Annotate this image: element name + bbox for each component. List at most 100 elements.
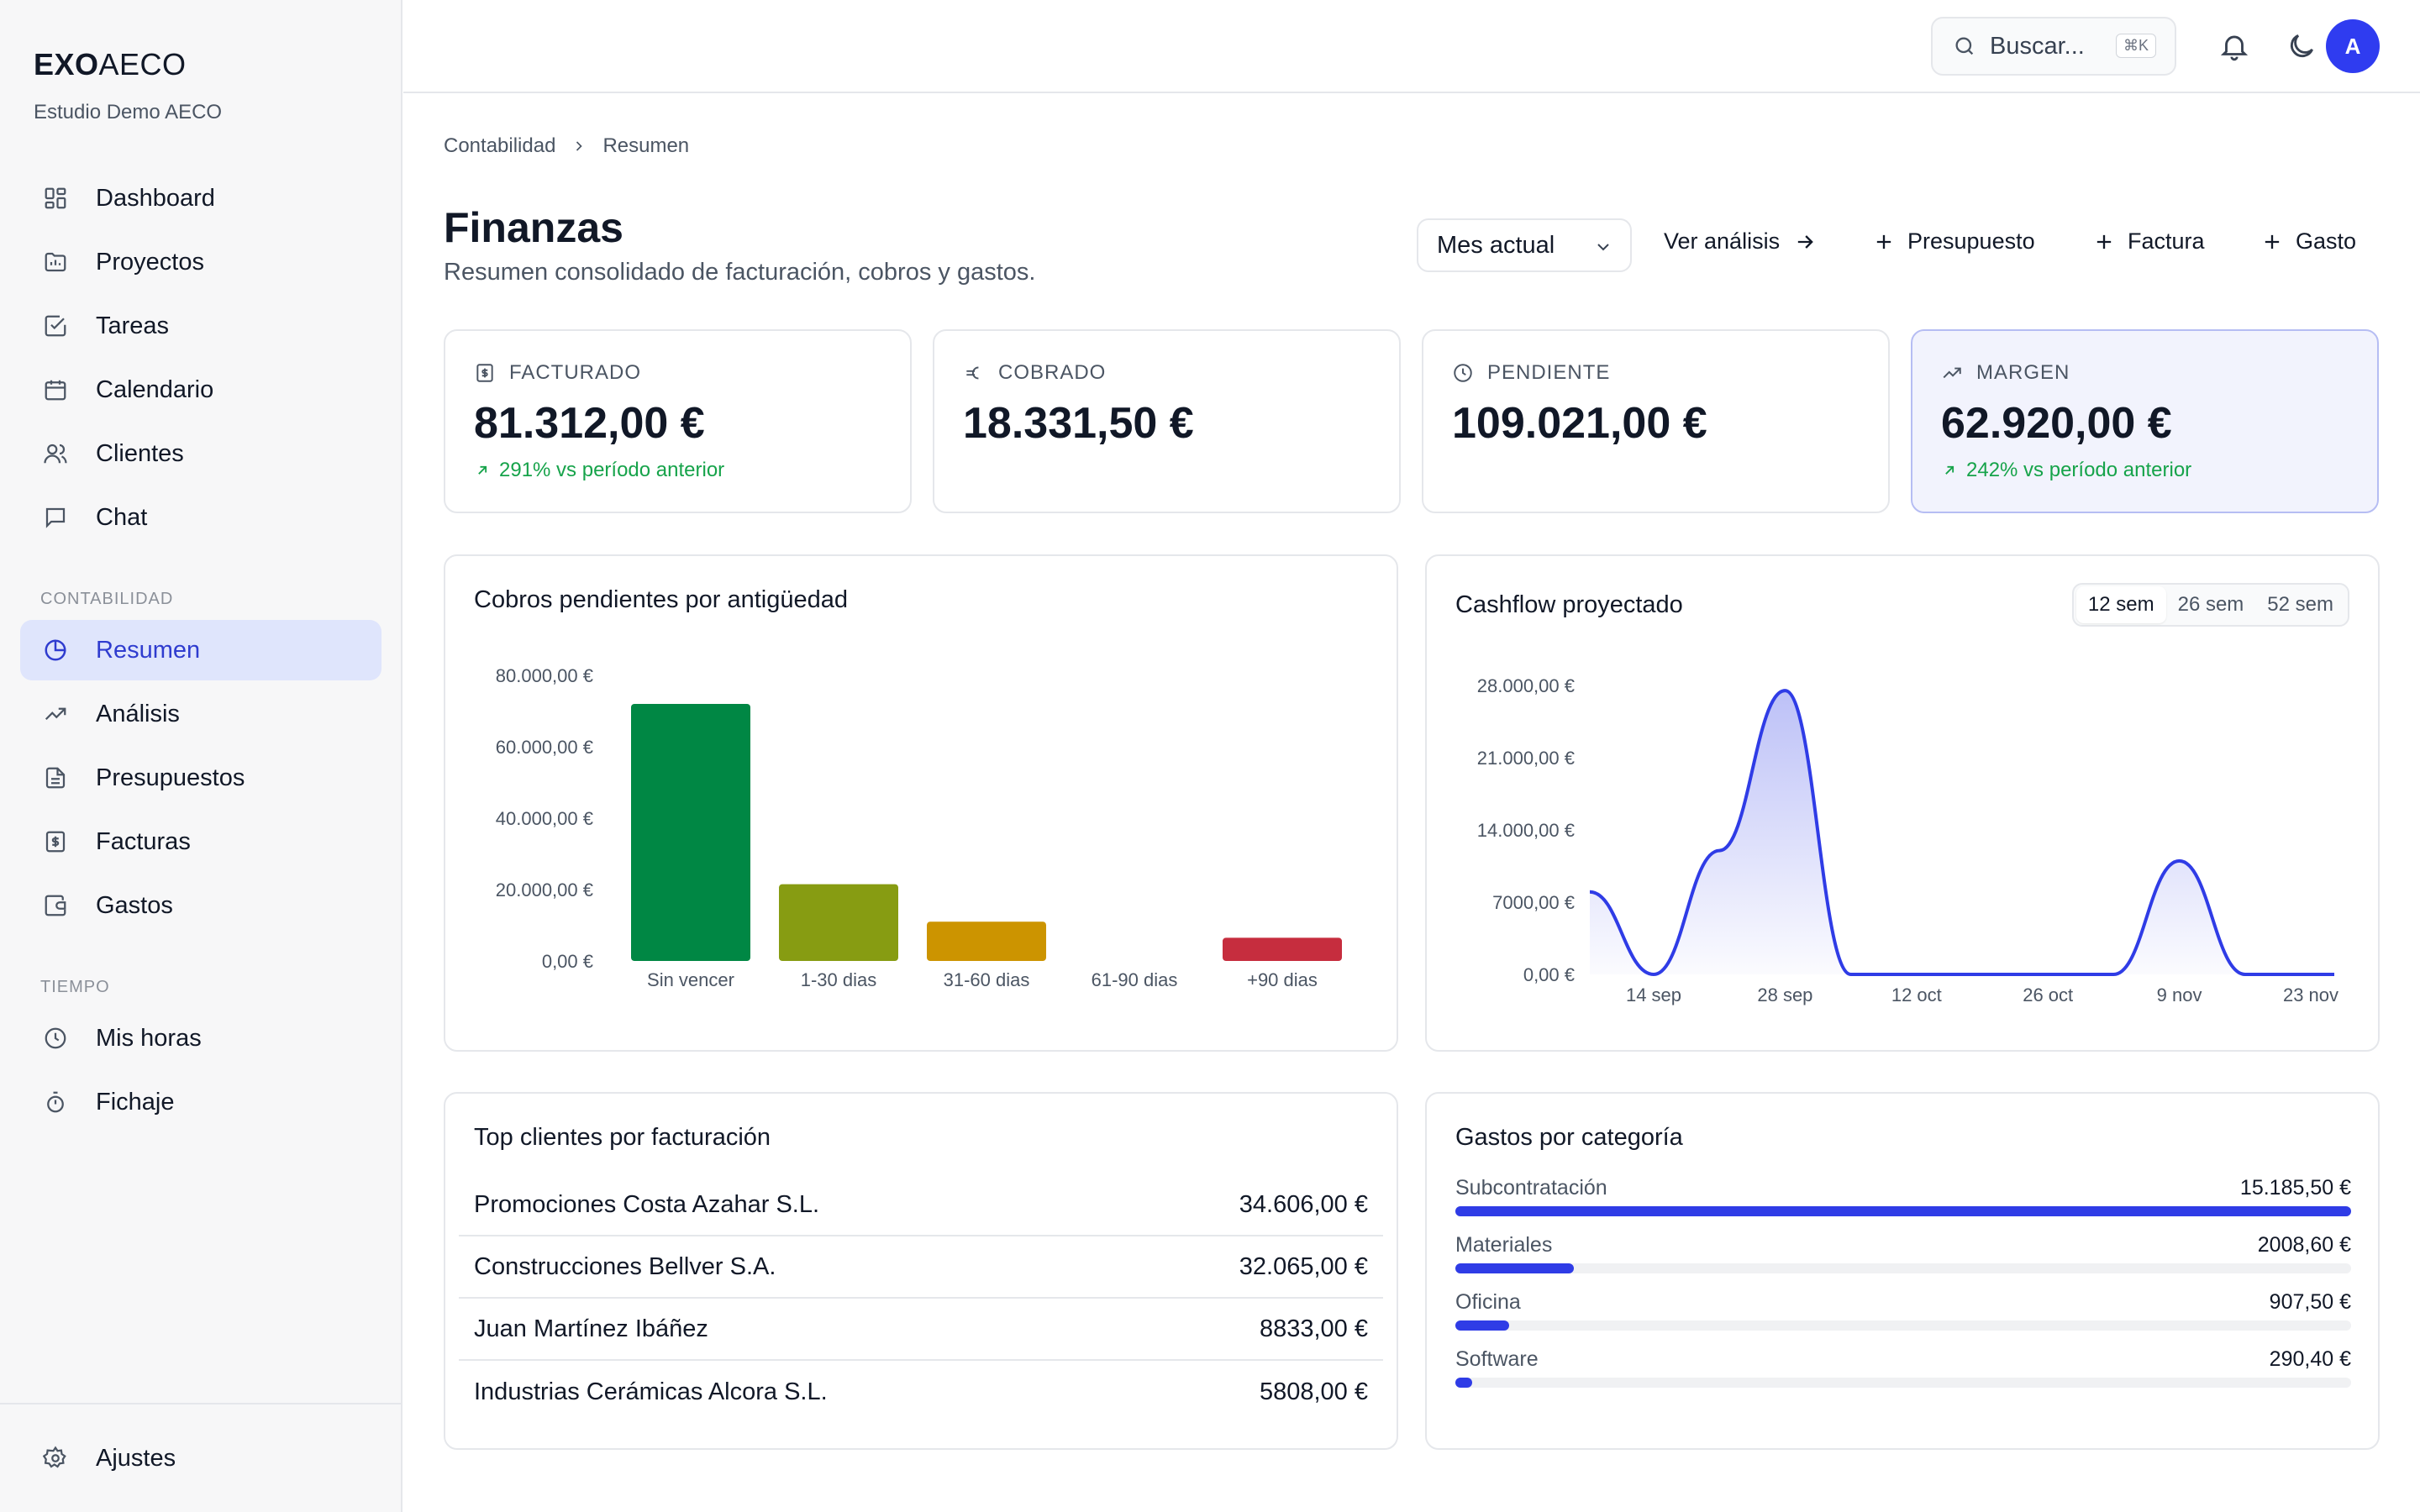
- expense-bar-fill: [1455, 1263, 1574, 1273]
- sidebar-item-ajustes[interactable]: Ajustes: [20, 1428, 381, 1488]
- invoice-icon: [474, 362, 496, 384]
- clock-icon: [40, 1023, 71, 1053]
- table-row[interactable]: Construcciones Bellver S.A. 32.065,00 €: [459, 1236, 1383, 1299]
- expense-category: Software 290,40 €: [1455, 1347, 2351, 1404]
- y-tick-label: 60.000,00 €: [496, 737, 593, 758]
- euro-icon: [963, 362, 985, 384]
- sidebar-item-resumen[interactable]: Resumen: [20, 620, 381, 680]
- kpi-value: 81.312,00 €: [474, 399, 705, 448]
- expense-bar-fill: [1455, 1320, 1509, 1331]
- dashboard-icon: [40, 183, 71, 213]
- new-invoice-label: Factura: [2128, 228, 2205, 254]
- pie-chart-icon: [40, 635, 71, 665]
- avatar[interactable]: A: [2326, 19, 2380, 73]
- search-placeholder: Buscar...: [1990, 32, 2085, 60]
- search-shortcut: ⌘K: [2115, 34, 2156, 58]
- plus-icon: [2260, 230, 2284, 254]
- bar: [631, 704, 750, 961]
- sidebar-item-fichaje[interactable]: Fichaje: [20, 1072, 381, 1132]
- table-row[interactable]: Industrias Cerámicas Alcora S.L. 5808,00…: [459, 1361, 1383, 1423]
- cashflow-area-chart: 28.000,00 € 21.000,00 € 14.000,00 € 7000,00…: [1477, 675, 2338, 1005]
- chevron-down-icon: [1593, 237, 1613, 257]
- bar: [927, 921, 1046, 961]
- kpi-card-facturado: FACTURADO 81.312,00 € 291% vs período an…: [444, 329, 912, 513]
- aging-bar-chart: 80.000,00 € 60.000,00 € 40.000,00 € 20.000,…: [496, 665, 1342, 990]
- range-option-12[interactable]: 12 sem: [2075, 586, 2166, 623]
- breadcrumb-contabilidad[interactable]: Contabilidad: [444, 134, 555, 158]
- kpi-card-cobrado: COBRADO 18.331,50 €: [933, 329, 1401, 513]
- brand-bold: EXO: [34, 47, 99, 81]
- chevron-right-icon: [571, 138, 587, 155]
- y-tick-label: 7000,00 €: [1492, 892, 1575, 913]
- cashflow-chart-card: Cashflow proyectado 12 sem 26 sem 52 sem…: [1425, 554, 2380, 1052]
- notifications-bell-icon[interactable]: [2218, 30, 2250, 62]
- new-budget-button[interactable]: Presupuesto: [1872, 228, 2035, 255]
- search-input[interactable]: Buscar... ⌘K: [1931, 17, 2176, 76]
- sidebar-item-calendario[interactable]: Calendario: [20, 360, 381, 420]
- new-expense-button[interactable]: Gasto: [2260, 228, 2356, 255]
- range-option-26[interactable]: 26 sem: [2166, 586, 2256, 623]
- sidebar-item-mis-horas[interactable]: Mis horas: [20, 1008, 381, 1068]
- expense-label: Software: [1455, 1347, 1539, 1371]
- sidebar-item-facturas[interactable]: Facturas: [20, 811, 381, 872]
- view-analysis-link[interactable]: Ver análisis: [1664, 228, 1817, 255]
- new-expense-label: Gasto: [2296, 228, 2357, 254]
- kpi-label: FACTURADO: [509, 361, 642, 384]
- plus-icon: [1872, 230, 1896, 254]
- x-tick-label: 28 sep: [1757, 984, 1812, 1005]
- period-select[interactable]: Mes actual: [1417, 218, 1632, 272]
- kpi-label: MARGEN: [1976, 361, 2070, 384]
- y-tick-label: 28.000,00 €: [1477, 675, 1575, 696]
- sidebar-item-dashboard[interactable]: Dashboard: [20, 168, 381, 228]
- wallet-icon: [40, 890, 71, 921]
- sidebar-item-label: Proyectos: [96, 248, 204, 276]
- stopwatch-icon: [40, 1087, 71, 1117]
- top-bar: Buscar... ⌘K A: [403, 0, 2420, 93]
- sidebar-item-clientes[interactable]: Clientes: [20, 423, 381, 484]
- page-title: Finanzas: [444, 204, 623, 251]
- kpi-label: PENDIENTE: [1487, 361, 1611, 384]
- x-tick-label: 61-90 dias: [1092, 969, 1178, 990]
- sidebar-item-gastos[interactable]: Gastos: [20, 875, 381, 936]
- expense-bar-track: [1455, 1378, 2351, 1388]
- expenses-card: Gastos por categoría Subcontratación 15.…: [1425, 1092, 2380, 1450]
- breadcrumb-resumen: Resumen: [602, 134, 690, 157]
- brand-logo[interactable]: EXOAECO: [34, 47, 187, 82]
- table-row[interactable]: Promociones Costa Azahar S.L. 34.606,00 …: [459, 1174, 1383, 1236]
- bar: [1223, 937, 1342, 961]
- kpi-delta: 242% vs período anterior: [1966, 459, 2192, 481]
- breadcrumb: Contabilidad Resumen: [444, 134, 689, 158]
- sidebar-item-label: Resumen: [96, 636, 201, 664]
- dark-mode-moon-icon[interactable]: [2286, 30, 2317, 62]
- cashflow-area: [1590, 690, 2334, 974]
- expenses-title: Gastos por categoría: [1455, 1124, 1683, 1151]
- expense-category: Subcontratación 15.185,50 €: [1455, 1176, 2351, 1233]
- expense-bar-track: [1455, 1263, 2351, 1273]
- y-tick-label: 0,00 €: [1523, 964, 1575, 985]
- sidebar-item-tareas[interactable]: Tareas: [20, 296, 381, 356]
- top-clients-card: Top clientes por facturación Promociones…: [444, 1092, 1398, 1450]
- arrow-up-right-icon: [1941, 462, 1958, 479]
- client-name: Industrias Cerámicas Alcora S.L.: [474, 1378, 828, 1405]
- range-option-52[interactable]: 52 sem: [2255, 586, 2345, 623]
- sidebar-item-chat[interactable]: Chat: [20, 487, 381, 548]
- sidebar: EXOAECO Estudio Demo AECO Dashboard Proy…: [0, 0, 402, 1512]
- calendar-icon: [40, 375, 71, 405]
- sidebar-footer: Ajustes: [0, 1403, 401, 1512]
- sidebar-item-label: Gastos: [96, 891, 173, 919]
- sidebar-item-presupuestos[interactable]: Presupuestos: [20, 748, 381, 808]
- client-name: Juan Martínez Ibáñez: [474, 1315, 708, 1342]
- sidebar-item-label: Tareas: [96, 312, 170, 339]
- new-invoice-button[interactable]: Factura: [2092, 228, 2205, 255]
- x-tick-label: Sin vencer: [647, 969, 734, 990]
- x-tick-label: 14 sep: [1626, 984, 1681, 1005]
- expense-category: Oficina 907,50 €: [1455, 1290, 2351, 1347]
- sidebar-item-label: Chat: [96, 503, 148, 531]
- sidebar-item-label: Ajustes: [96, 1444, 176, 1472]
- expense-label: Oficina: [1455, 1290, 1521, 1314]
- sidebar-item-analisis[interactable]: Análisis: [20, 684, 381, 744]
- brand-light: AECO: [98, 47, 187, 81]
- sidebar-item-proyectos[interactable]: Proyectos: [20, 232, 381, 292]
- client-name: Promociones Costa Azahar S.L.: [474, 1190, 820, 1218]
- table-row[interactable]: Juan Martínez Ibáñez 8833,00 €: [459, 1299, 1383, 1361]
